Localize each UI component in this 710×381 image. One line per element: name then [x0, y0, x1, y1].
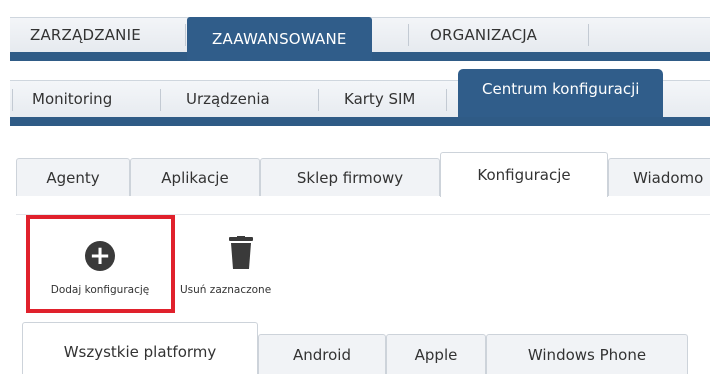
trash-icon — [229, 236, 253, 269]
tab-agenty[interactable]: Agenty — [16, 158, 130, 196]
sub-nav-item-centrum-konfiguracji[interactable]: Centrum konfiguracji — [458, 69, 664, 117]
tab-all-platforms[interactable]: Wszystkie platformy — [22, 322, 258, 374]
sub-nav-separator — [12, 89, 13, 111]
sub-nav-item-monitoring[interactable]: Monitoring — [32, 81, 112, 117]
tab-sklep-firmowy[interactable]: Sklep firmowy — [260, 158, 440, 196]
tab-konfiguracje[interactable]: Konfiguracje — [440, 152, 608, 197]
delete-selected-button[interactable]: Usuń zaznaczone — [180, 236, 304, 306]
section-tabs: Agenty Aplikacje Sklep firmowy Konfigura… — [16, 152, 710, 197]
sub-nav-separator — [318, 89, 319, 111]
add-configuration-button[interactable]: + Dodaj konfigurację — [30, 236, 170, 306]
add-configuration-label: Dodaj konfigurację — [50, 284, 150, 296]
tab-android[interactable]: Android — [258, 334, 386, 374]
panel-divider — [16, 196, 710, 215]
top-nav-separator — [185, 24, 186, 46]
top-nav-item-zaawansowane[interactable]: ZAAWANSOWANE — [187, 17, 372, 61]
tab-windows-phone[interactable]: Windows Phone — [486, 334, 688, 374]
sub-nav-item-urzadzenia[interactable]: Urządzenia — [186, 81, 270, 117]
platform-tabs: Wszystkie platformy Android Apple Window… — [22, 322, 710, 374]
sub-nav-separator — [160, 89, 161, 111]
tab-apple[interactable]: Apple — [386, 334, 486, 374]
top-nav-item-organizacja[interactable]: ORGANIZACJA — [430, 18, 537, 52]
top-nav-item-zarzadzanie[interactable]: ZARZĄDZANIE — [30, 18, 141, 52]
tab-aplikacje[interactable]: Aplikacje — [130, 158, 260, 196]
top-nav-separator — [408, 24, 409, 46]
delete-selected-label: Usuń zaznaczone — [180, 284, 272, 296]
plus-circle-icon: + — [85, 241, 115, 271]
sub-nav: Monitoring Urządzenia Karty SIM Centrum … — [10, 69, 710, 126]
sub-nav-item-karty-sim[interactable]: Karty SIM — [344, 81, 415, 117]
top-nav-separator — [588, 24, 589, 46]
sub-nav-separator — [446, 89, 447, 111]
top-nav: ZARZĄDZANIE ZAAWANSOWANE ORGANIZACJA — [10, 17, 710, 61]
tab-wiadomosci[interactable]: Wiadomo — [608, 158, 710, 196]
